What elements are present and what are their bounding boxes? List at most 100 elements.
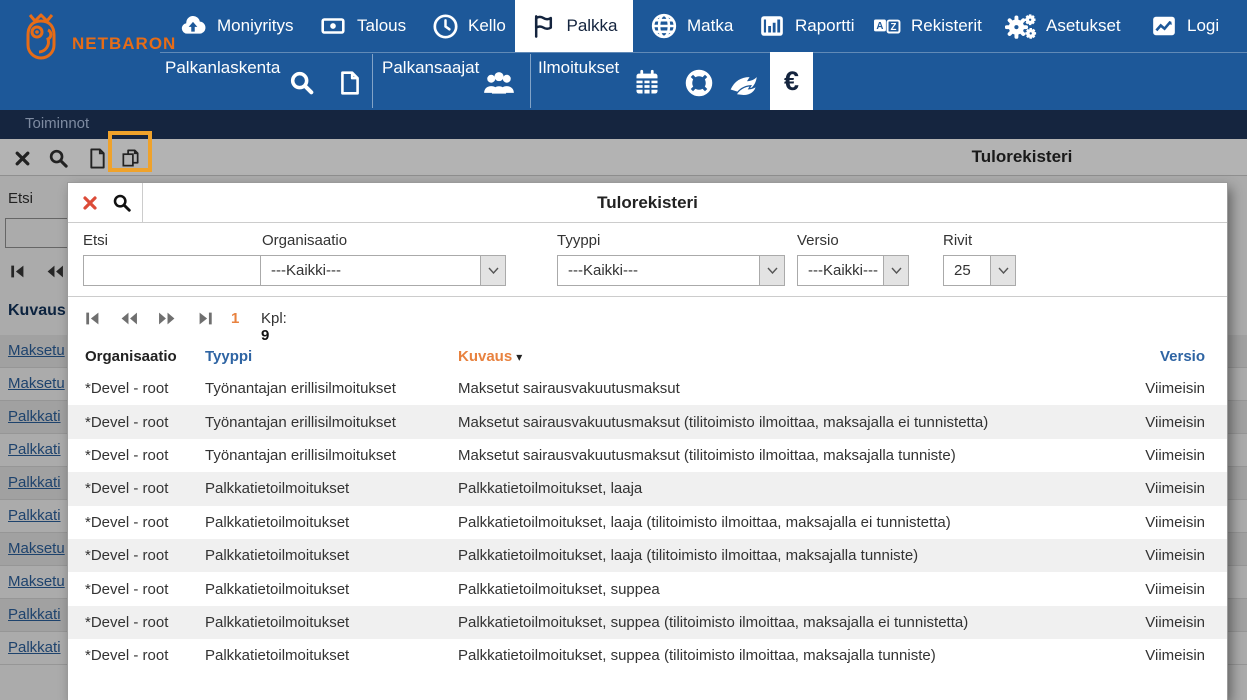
subnav-group-palkansaajat: Palkansaajat: [382, 58, 479, 78]
cloud-upload-icon: [178, 13, 208, 39]
table-row[interactable]: *Devel - root Työnantajan erillisilmoitu…: [68, 372, 1227, 405]
column-header-kuvaus[interactable]: Kuvaus▾: [458, 348, 1095, 365]
people-icon[interactable]: [482, 66, 516, 100]
tyyppi-label: Tyyppi: [557, 232, 600, 249]
versio-label: Versio: [797, 232, 839, 249]
toiminnot-label: Toiminnot: [25, 115, 89, 132]
cell-kuvaus: Maksetut sairausvakuutusmaksut (tilitoim…: [458, 447, 1095, 464]
highlight-annotation-box: [108, 131, 152, 172]
netbaron-logo[interactable]: NETBARON: [18, 8, 158, 102]
document-icon[interactable]: [85, 146, 109, 170]
document-icon[interactable]: [333, 66, 367, 100]
last-page-icon[interactable]: [198, 311, 213, 331]
close-icon[interactable]: [10, 146, 34, 170]
cell-tyyppi: Palkkatietoilmoitukset: [205, 581, 458, 598]
cell-kuvaus: Palkkatietoilmoitukset, suppea (tilitoim…: [458, 647, 1095, 664]
tyyppi-value: ---Kaikki---: [558, 262, 759, 279]
current-page-number[interactable]: 1: [231, 310, 239, 327]
rivit-select[interactable]: 25: [943, 255, 1016, 286]
next-page-icon[interactable]: [158, 311, 176, 331]
nav-item-rekisterit[interactable]: A Z Rekisterit: [862, 0, 992, 52]
cell-versio: Viimeisin: [1095, 514, 1227, 531]
result-count: Kpl: 9: [261, 310, 287, 344]
cell-tyyppi: Palkkatietoilmoitukset: [205, 547, 458, 564]
lifering-icon[interactable]: [682, 66, 716, 100]
cell-tyyppi: Työnantajan erillisilmoitukset: [205, 414, 458, 431]
cell-organisaatio: *Devel - root: [68, 614, 205, 631]
cell-versio: Viimeisin: [1095, 614, 1227, 631]
prev-page-icon[interactable]: [120, 311, 138, 331]
subnav-separator: [372, 54, 373, 108]
column-header-organisaatio: Organisaatio: [68, 348, 205, 365]
calendar-icon[interactable]: [630, 66, 664, 100]
top-navigation: NETBARON Moniyritys Talous Kello Palkka: [0, 0, 1247, 110]
etsi-label: Etsi: [83, 232, 108, 249]
nav-label: Moniyritys: [217, 16, 294, 36]
cell-versio: Viimeisin: [1095, 380, 1227, 397]
toiminnot-bar: Toiminnot: [0, 110, 1247, 139]
filter-bar: Etsi Organisaatio ---Kaikki--- Tyyppi --…: [68, 223, 1227, 297]
table-row[interactable]: *Devel - root Palkkatietoilmoitukset Pal…: [68, 472, 1227, 505]
organisaatio-label: Organisaatio: [262, 232, 347, 249]
table-row[interactable]: *Devel - root Palkkatietoilmoitukset Pal…: [68, 506, 1227, 539]
nav-label: Asetukset: [1046, 16, 1121, 36]
table-row[interactable]: *Devel - root Työnantajan erillisilmoitu…: [68, 405, 1227, 438]
subnav-separator: [530, 54, 531, 108]
rivit-label: Rivit: [943, 232, 972, 249]
nav-item-logi[interactable]: Logi: [1140, 0, 1229, 52]
cell-organisaatio: *Devel - root: [68, 480, 205, 497]
flag-icon: [530, 13, 557, 40]
money-icon: [318, 13, 348, 39]
euro-icon[interactable]: €: [770, 52, 813, 110]
organisaatio-select[interactable]: ---Kaikki---: [260, 255, 506, 286]
modal-header: Tulorekisteri: [68, 183, 1227, 223]
search-icon[interactable]: [46, 146, 70, 170]
nav-item-palkka[interactable]: Palkka: [515, 0, 633, 52]
nav-item-asetukset[interactable]: Asetukset: [995, 0, 1131, 52]
column-header-versio[interactable]: Versio: [1095, 348, 1227, 365]
nav-item-moniyritys[interactable]: Moniyritys: [168, 0, 304, 52]
tulorekisteri-modal: Tulorekisteri Etsi Organisaatio ---Kaikk…: [68, 183, 1227, 700]
nav-item-raportti[interactable]: Raportti: [748, 0, 865, 52]
cell-kuvaus: Palkkatietoilmoitukset, laaja (tilitoimi…: [458, 514, 1095, 531]
globe-icon: [650, 12, 678, 40]
chevron-down-icon: [759, 256, 784, 285]
pagination-bar: 1 Kpl: 9: [68, 297, 1227, 340]
first-page-icon[interactable]: [85, 311, 100, 331]
table-row[interactable]: *Devel - root Palkkatietoilmoitukset Pal…: [68, 572, 1227, 605]
hands-icon[interactable]: [728, 66, 762, 100]
rivit-value: 25: [944, 262, 990, 279]
line-chart-icon: [1150, 13, 1178, 39]
nav-item-matka[interactable]: Matka: [640, 0, 743, 52]
svg-text:Z: Z: [891, 22, 897, 33]
cell-organisaatio: *Devel - root: [68, 647, 205, 664]
nav-label: Raportti: [795, 16, 855, 36]
cell-tyyppi: Työnantajan erillisilmoitukset: [205, 447, 458, 464]
table-row[interactable]: *Devel - root Palkkatietoilmoitukset Pal…: [68, 639, 1227, 672]
table-row[interactable]: *Devel - root Työnantajan erillisilmoitu…: [68, 439, 1227, 472]
action-toolbar: Tulorekisteri: [0, 139, 1247, 176]
cell-tyyppi: Palkkatietoilmoitukset: [205, 514, 458, 531]
table-row[interactable]: *Devel - root Palkkatietoilmoitukset Pal…: [68, 539, 1227, 572]
nav-label: Rekisterit: [911, 16, 982, 36]
nav-item-kello[interactable]: Kello: [422, 0, 516, 52]
table-row[interactable]: *Devel - root Palkkatietoilmoitukset Pal…: [68, 606, 1227, 639]
page-title: Tulorekisteri: [797, 147, 1247, 167]
cell-organisaatio: *Devel - root: [68, 414, 205, 431]
search-icon[interactable]: [285, 66, 319, 100]
tyyppi-select[interactable]: ---Kaikki---: [557, 255, 785, 286]
cell-kuvaus: Palkkatietoilmoitukset, laaja (tilitoimi…: [458, 547, 1095, 564]
subnav-divider-line: [160, 52, 1247, 53]
cell-kuvaus: Maksetut sairausvakuutusmaksut (tilitoim…: [458, 414, 1095, 431]
sort-desc-icon: ▾: [516, 350, 522, 364]
cell-kuvaus: Palkkatietoilmoitukset, suppea (tilitoim…: [458, 614, 1095, 631]
nav-label: Logi: [1187, 16, 1219, 36]
nav-item-talous[interactable]: Talous: [308, 0, 416, 52]
results-table: Organisaatio Tyyppi Kuvaus▾ Versio *Deve…: [68, 340, 1227, 673]
versio-select[interactable]: ---Kaikki---: [797, 255, 909, 286]
nav-label: Matka: [687, 16, 733, 36]
versio-value: ---Kaikki---: [798, 262, 883, 279]
etsi-input[interactable]: [83, 255, 275, 286]
column-header-tyyppi[interactable]: Tyyppi: [205, 348, 458, 365]
cell-tyyppi: Palkkatietoilmoitukset: [205, 480, 458, 497]
